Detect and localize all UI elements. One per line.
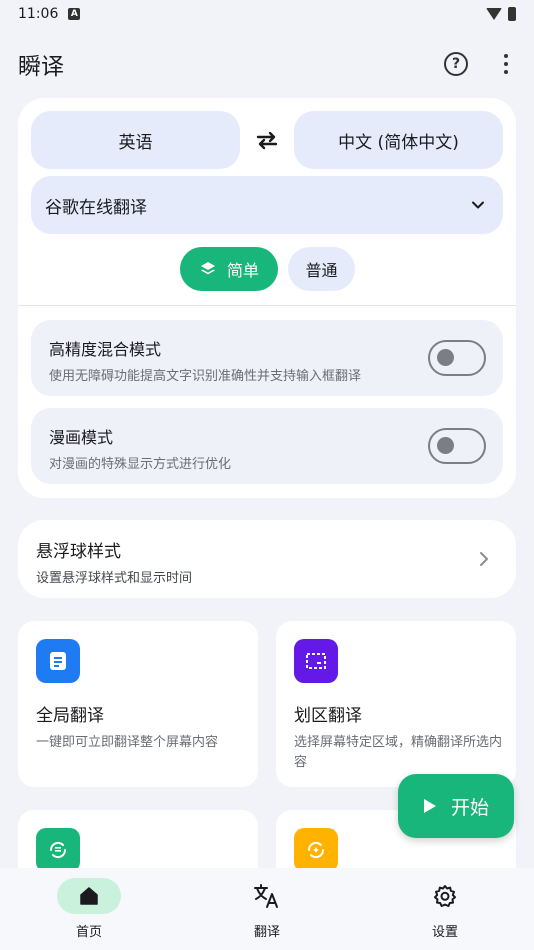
app-title: 瞬译 (18, 54, 64, 80)
notification-icon: A (68, 8, 81, 20)
feature-subtitle: 选择屏幕特定区域，精确翻译所选内容 (294, 735, 503, 770)
feature-title: 全局翻译 (36, 706, 104, 726)
start-button-label: 开始 (450, 796, 489, 819)
bottom-navigation: 首页 翻译 设置 (0, 868, 534, 950)
translate-settings-card: 英语 中文 (简体中文) 谷歌在线翻译 简单 普通 高精度混合模式 使用无障碍功… (18, 98, 516, 498)
float-ball-subtitle: 设置悬浮球样式和显示时间 (36, 571, 193, 586)
status-time: 11:06 (18, 6, 59, 22)
high-precision-toggle[interactable] (428, 340, 486, 376)
sync-icon (294, 828, 338, 872)
engine-label: 谷歌在线翻译 (45, 197, 147, 218)
app-bar: 瞬译 ? (0, 36, 534, 92)
comic-mode-row[interactable]: 漫画模式 对漫画的特殊显示方式进行优化 (31, 408, 503, 484)
float-ball-title: 悬浮球样式 (36, 542, 121, 562)
nav-label: 设置 (431, 925, 458, 940)
chevron-down-icon (472, 201, 484, 209)
start-button[interactable]: 开始 (398, 774, 514, 838)
battery-icon (508, 7, 516, 21)
translation-engine-select[interactable]: 谷歌在线翻译 (31, 176, 503, 234)
region-translate-card[interactable]: 划区翻译 选择屏幕特定区域，精确翻译所选内容 (276, 621, 516, 787)
home-icon (57, 878, 121, 914)
mode-normal-button[interactable]: 普通 (288, 247, 355, 291)
toggle-title: 高精度混合模式 (49, 340, 162, 359)
status-indicators (486, 7, 516, 21)
chevron-right-icon (480, 552, 488, 566)
toggle-title: 漫画模式 (49, 428, 114, 447)
toggle-subtitle: 对漫画的特殊显示方式进行优化 (49, 457, 232, 472)
feature-subtitle: 一键即可立即翻译整个屏幕内容 (36, 735, 219, 750)
swap-languages-icon[interactable] (254, 128, 280, 152)
more-options-icon[interactable] (496, 54, 516, 74)
mode-simple-label: 简单 (226, 261, 259, 280)
mode-simple-button[interactable]: 简单 (180, 247, 278, 291)
refresh-text-icon (36, 828, 80, 872)
mode-normal-label: 普通 (305, 261, 338, 280)
wifi-icon (486, 8, 502, 20)
nav-label: 翻译 (253, 925, 280, 940)
nav-label: 首页 (75, 925, 102, 940)
high-precision-mode-row[interactable]: 高精度混合模式 使用无障碍功能提高文字识别准确性并支持输入框翻译 (31, 320, 503, 396)
nav-item-translate[interactable]: 翻译 (178, 868, 356, 950)
toggle-subtitle: 使用无障碍功能提高文字识别准确性并支持输入框翻译 (49, 369, 362, 384)
nav-item-home[interactable]: 首页 (0, 868, 178, 950)
target-language-button[interactable]: 中文 (简体中文) (294, 111, 503, 169)
feature-title: 划区翻译 (294, 706, 362, 726)
translate-icon (235, 878, 299, 914)
nav-item-settings[interactable]: 设置 (356, 868, 534, 950)
play-icon (423, 799, 436, 813)
comic-mode-toggle[interactable] (428, 428, 486, 464)
divider (18, 305, 516, 306)
gear-icon (413, 878, 477, 914)
status-bar: 11:06 A (0, 0, 534, 28)
document-icon (36, 639, 80, 683)
source-language-button[interactable]: 英语 (31, 111, 240, 169)
region-select-icon (294, 639, 338, 683)
global-translate-card[interactable]: 全局翻译 一键即可立即翻译整个屏幕内容 (18, 621, 258, 787)
layers-icon (200, 262, 215, 275)
help-icon[interactable]: ? (444, 52, 468, 76)
float-ball-style-item[interactable]: 悬浮球样式 设置悬浮球样式和显示时间 (18, 520, 516, 598)
app-bar-actions: ? (444, 52, 516, 76)
